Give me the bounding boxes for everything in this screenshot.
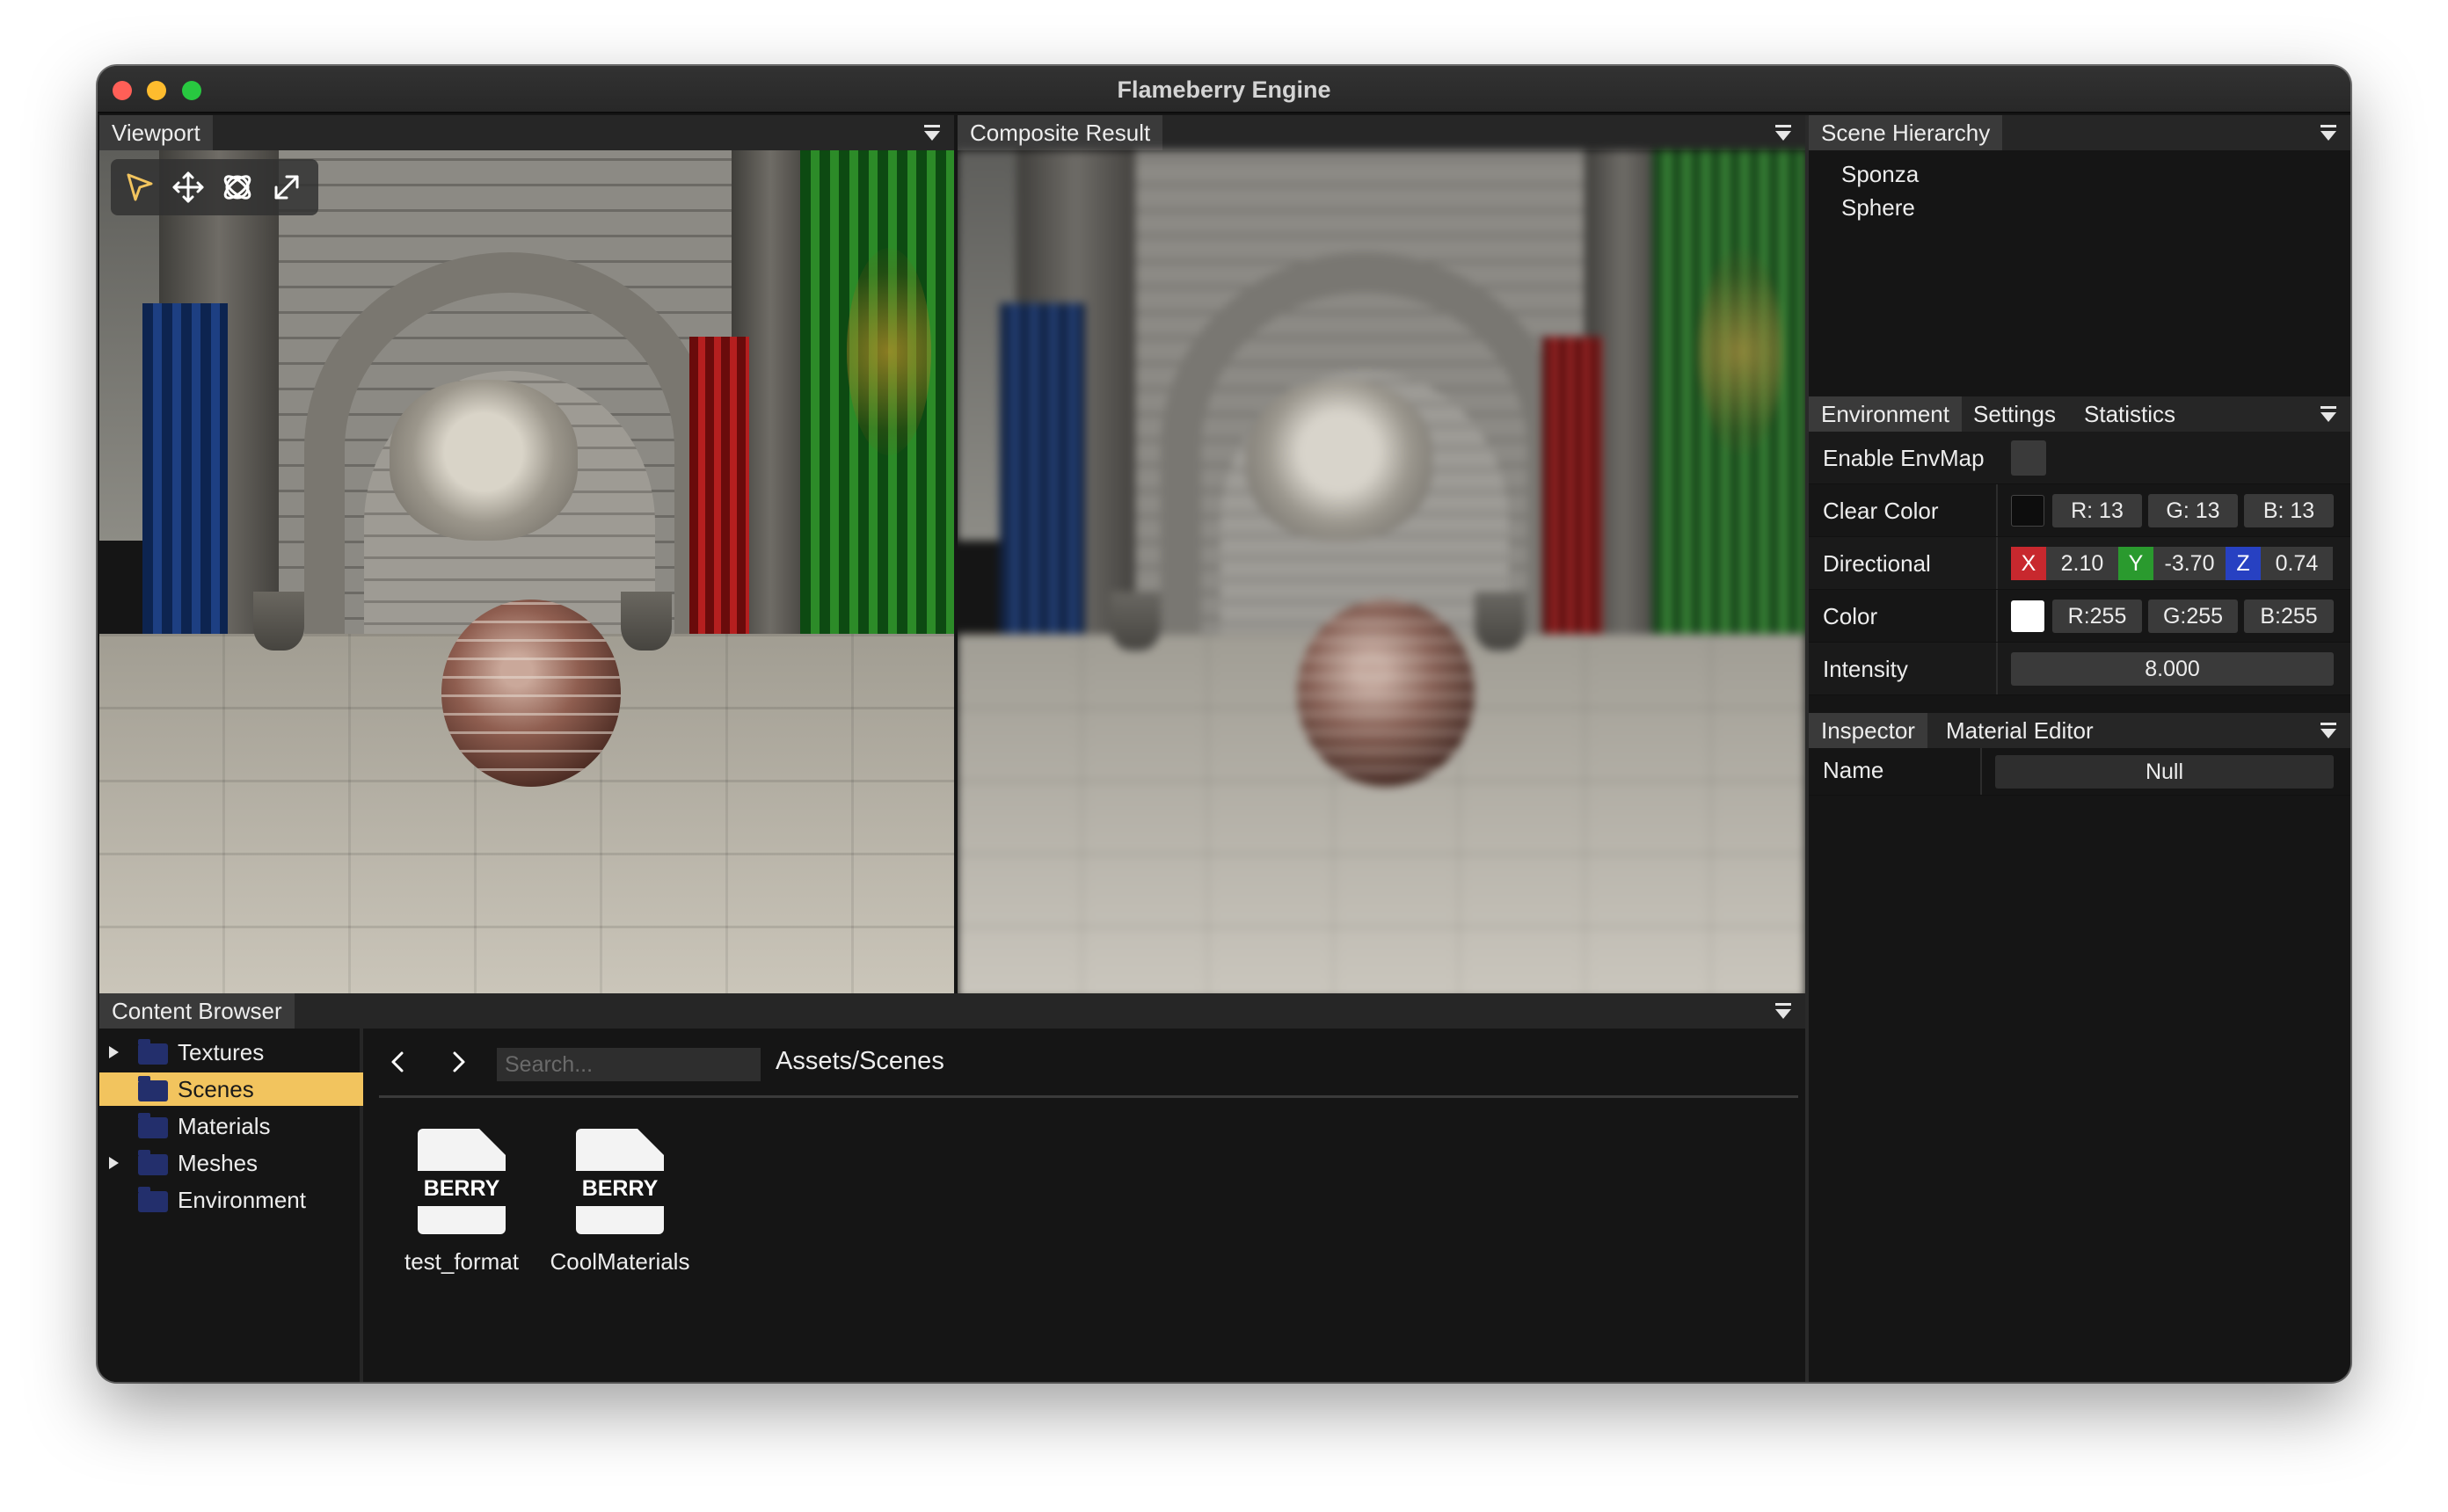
gizmo-toolbar — [111, 159, 318, 215]
berry-file-icon: BERRY — [576, 1129, 664, 1234]
enable-envmap-checkbox[interactable] — [2011, 440, 2046, 476]
sphere-object[interactable] — [441, 600, 622, 788]
move-arrows-icon[interactable] — [171, 170, 206, 205]
panel-menu-icon[interactable] — [2319, 404, 2338, 424]
inspector-panel: Inspector Material Editor Name Null — [1809, 713, 2350, 1382]
panel-menu-icon[interactable] — [1774, 123, 1793, 142]
tree-item-materials[interactable]: Materials — [99, 1109, 363, 1143]
clear-color-r-field[interactable]: R: 13 — [2052, 494, 2142, 527]
intensity-field[interactable]: 8.000 — [2011, 652, 2334, 686]
environment-panel: Environment Settings Statistics Enable E… — [1809, 396, 2350, 704]
folder-tree: Textures Scenes Materials Meshes Environ… — [99, 1029, 363, 1382]
folder-icon — [138, 1039, 168, 1065]
content-browser-panel: Content Browser Textures Scenes Material… — [99, 993, 1805, 1382]
forward-button[interactable] — [442, 1046, 474, 1078]
tree-item-scenes[interactable]: Scenes — [99, 1072, 363, 1106]
clear-color-label: Clear Color — [1823, 498, 1939, 524]
tab-viewport[interactable]: Viewport — [99, 115, 213, 150]
tree-item-textures[interactable]: Textures — [99, 1036, 363, 1069]
tree-item-environment[interactable]: Environment — [99, 1183, 363, 1217]
hierarchy-header: Scene Hierarchy — [1809, 115, 2350, 150]
viewport-header: Viewport — [99, 115, 954, 150]
enable-envmap-row: Enable EnvMap — [1809, 432, 2350, 484]
color-row: Color R:255 G:255 B:255 — [1809, 590, 2350, 643]
tab-composite-result[interactable]: Composite Result — [958, 115, 1163, 150]
directional-x-field[interactable]: 2.10 — [2046, 547, 2118, 580]
composite-render — [958, 150, 1805, 999]
asset-test-format[interactable]: BERRY test_format — [382, 1118, 541, 1275]
viewport-panel: Viewport — [99, 115, 954, 999]
title-bar[interactable]: Flameberry Engine — [98, 66, 2350, 113]
hierarchy-item-sphere[interactable]: Sphere — [1841, 194, 1915, 222]
path-separator — [379, 1095, 1798, 1098]
directional-z-field[interactable]: 0.74 — [2261, 547, 2333, 580]
folder-icon — [138, 1076, 168, 1101]
content-browser-header: Content Browser — [99, 993, 1805, 1029]
folder-icon — [138, 1150, 168, 1175]
composite-panel: Composite Result — [958, 115, 1805, 999]
scale-diagonal-icon[interactable] — [269, 170, 304, 205]
directional-x-label: X — [2011, 547, 2046, 580]
rotate-orbit-icon[interactable] — [220, 170, 255, 205]
panel-menu-icon[interactable] — [1774, 1001, 1793, 1021]
clear-color-b-field[interactable]: B: 13 — [2244, 494, 2334, 527]
light-color-r-field[interactable]: R:255 — [2052, 600, 2142, 633]
app-window: Flameberry Engine Viewport Composite Res… — [98, 66, 2350, 1382]
tree-item-meshes[interactable]: Meshes — [99, 1146, 363, 1180]
name-label: Name — [1823, 757, 1884, 783]
expand-arrow-icon[interactable] — [109, 1046, 119, 1058]
expand-arrow-icon[interactable] — [109, 1157, 119, 1169]
name-field[interactable]: Null — [1995, 755, 2334, 789]
scene-hierarchy-panel: Scene Hierarchy Sponza Sphere — [1809, 115, 2350, 393]
current-path: Assets/Scenes — [776, 1047, 944, 1075]
composite-header: Composite Result — [958, 115, 1805, 150]
back-button[interactable] — [382, 1046, 414, 1078]
tab-scene-hierarchy[interactable]: Scene Hierarchy — [1809, 115, 2003, 150]
panel-menu-icon[interactable] — [2319, 123, 2338, 142]
berry-file-icon: BERRY — [418, 1129, 506, 1234]
name-row: Name Null — [1809, 748, 2350, 796]
light-color-swatch[interactable] — [2011, 600, 2044, 632]
tab-environment[interactable]: Environment — [1809, 396, 1962, 432]
light-color-g-field[interactable]: G:255 — [2148, 600, 2238, 633]
clear-color-g-field[interactable]: G: 13 — [2148, 494, 2238, 527]
intensity-row: Intensity 8.000 — [1809, 643, 2350, 695]
directional-row: Directional X 2.10 Y -3.70 Z 0.74 — [1809, 537, 2350, 590]
panel-menu-icon[interactable] — [922, 123, 942, 142]
clear-color-swatch[interactable] — [2011, 495, 2044, 527]
window-title: Flameberry Engine — [1117, 76, 1331, 103]
enable-envmap-label: Enable EnvMap — [1823, 445, 1985, 471]
inspector-header: Inspector Material Editor — [1809, 713, 2350, 748]
asset-label: test_format — [404, 1248, 520, 1275]
viewport-render[interactable] — [99, 150, 954, 999]
folder-icon — [138, 1187, 168, 1212]
tab-statistics[interactable]: Statistics — [2072, 396, 2188, 432]
light-color-b-field[interactable]: B:255 — [2244, 600, 2334, 633]
panel-menu-icon[interactable] — [2319, 721, 2338, 740]
intensity-label: Intensity — [1823, 656, 1908, 682]
directional-z-label: Z — [2226, 547, 2261, 580]
dock-divider[interactable] — [1805, 115, 1809, 1382]
asset-label: CoolMaterials — [550, 1248, 690, 1275]
tab-material-editor[interactable]: Material Editor — [1934, 713, 2106, 748]
folder-icon — [138, 1113, 168, 1138]
tab-content-browser[interactable]: Content Browser — [99, 993, 295, 1029]
directional-label: Directional — [1823, 550, 1931, 577]
tab-inspector[interactable]: Inspector — [1809, 713, 1927, 748]
search-input[interactable] — [497, 1048, 761, 1081]
lion-head-relief — [390, 379, 579, 541]
cursor-arrow-icon[interactable] — [121, 170, 157, 205]
asset-cool-materials[interactable]: BERRY CoolMaterials — [541, 1118, 699, 1275]
tab-settings[interactable]: Settings — [1961, 396, 2068, 432]
clear-color-row: Clear Color R: 13 G: 13 B: 13 — [1809, 484, 2350, 537]
environment-header: Environment Settings Statistics — [1809, 396, 2350, 432]
color-label: Color — [1823, 603, 1878, 629]
hierarchy-item-sponza[interactable]: Sponza — [1841, 161, 1919, 188]
directional-y-label: Y — [2118, 547, 2153, 580]
directional-y-field[interactable]: -3.70 — [2153, 547, 2226, 580]
